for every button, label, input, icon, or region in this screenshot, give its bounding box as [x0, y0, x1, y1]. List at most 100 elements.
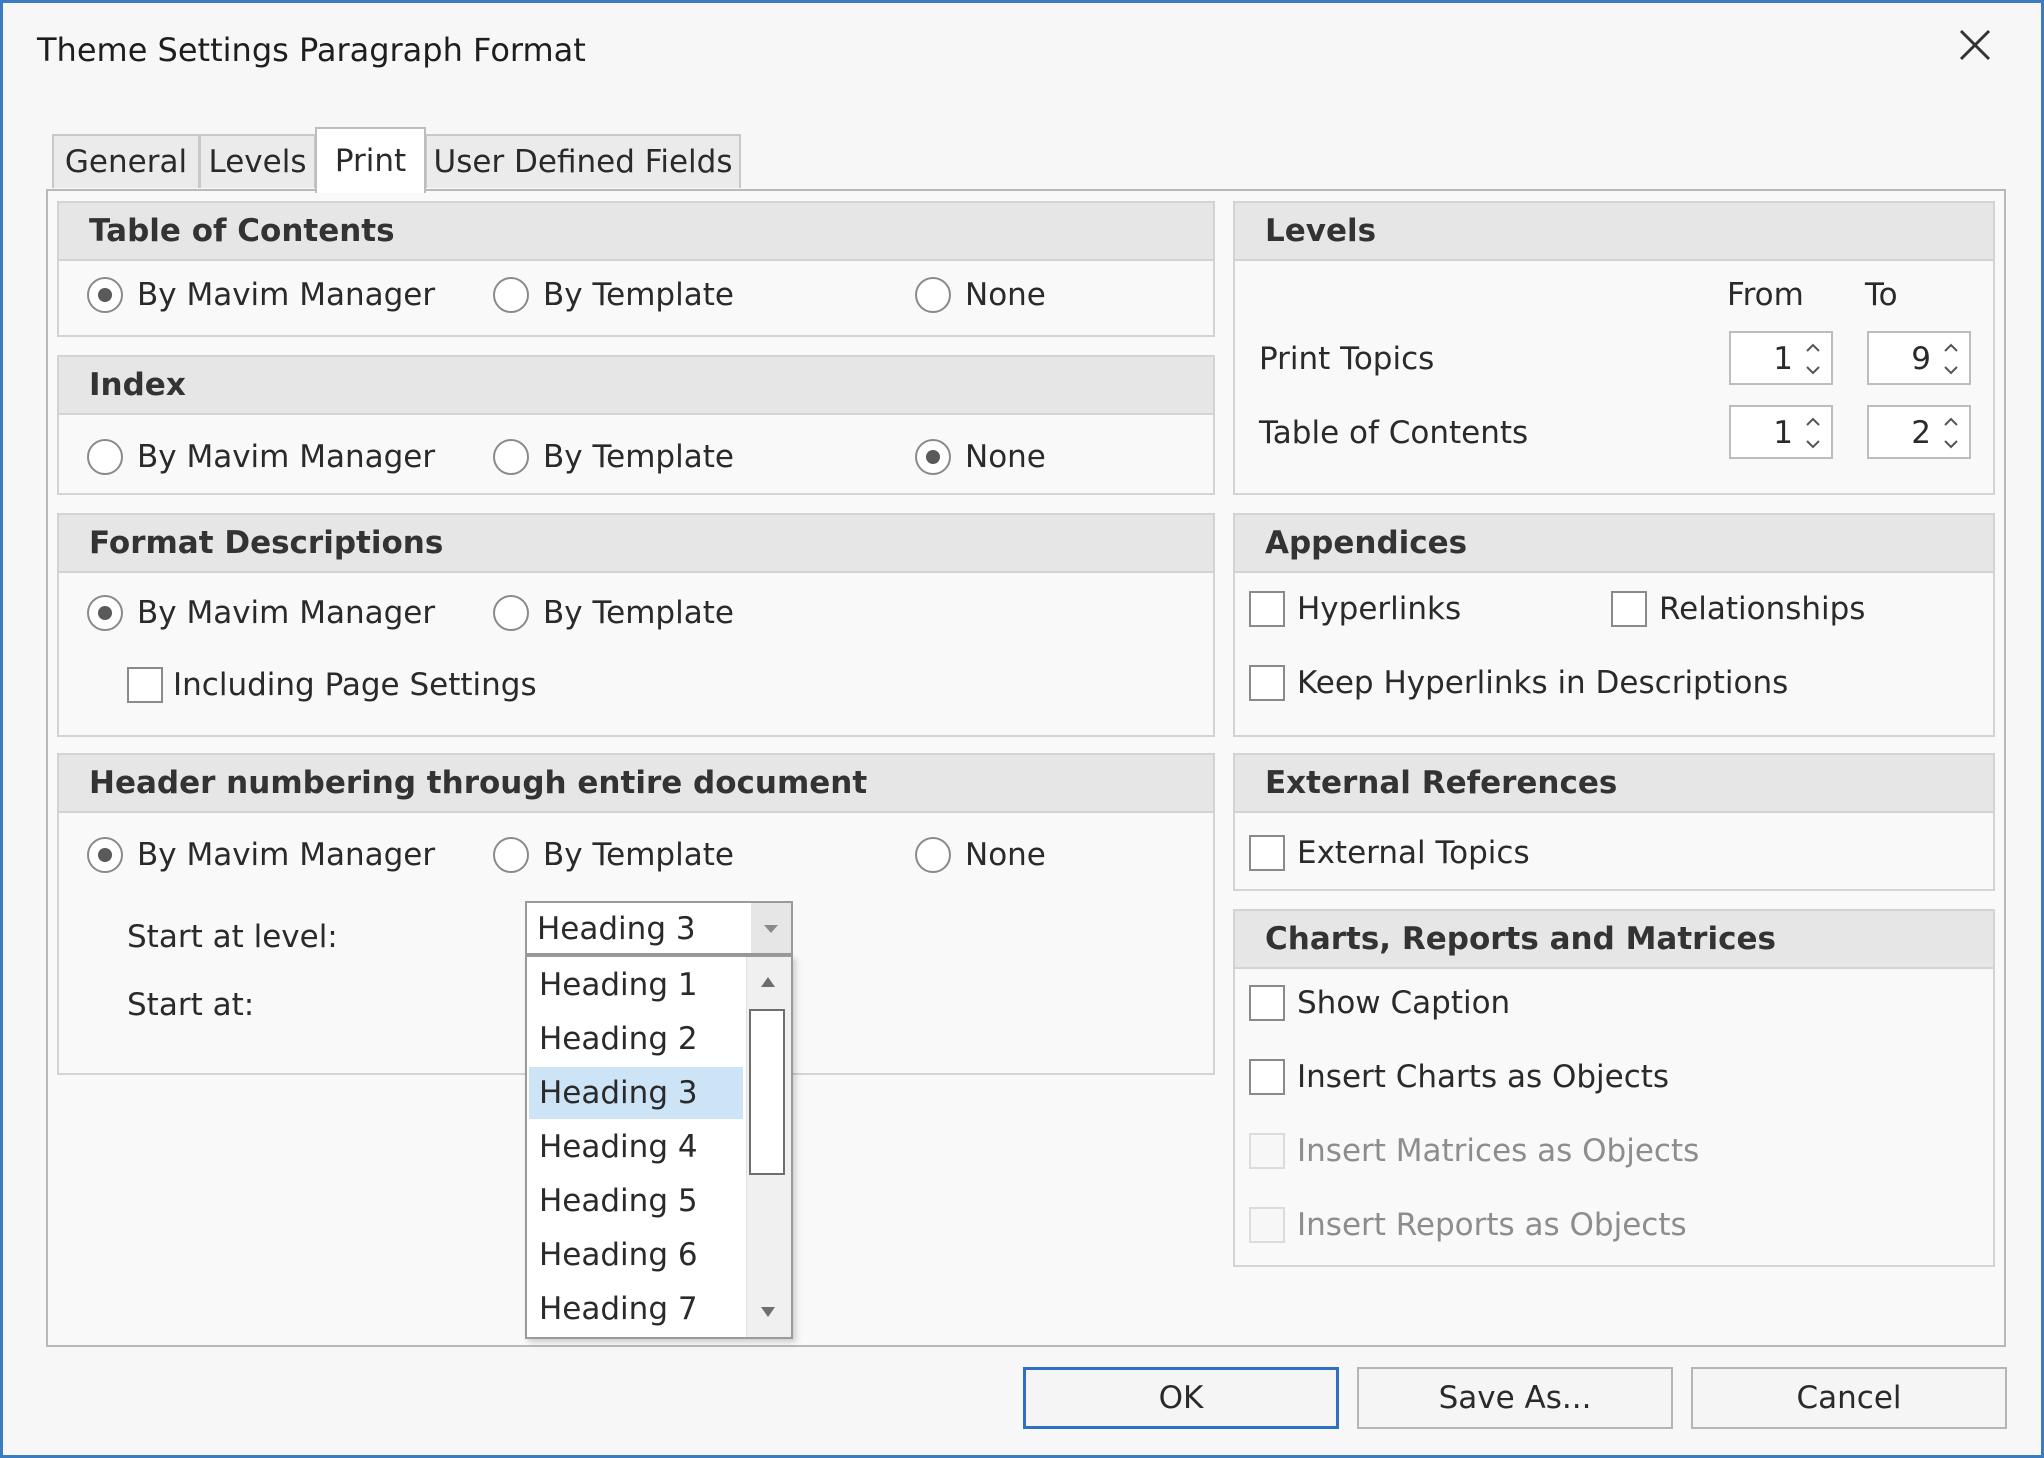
- dropdown-option-heading-2[interactable]: Heading 2: [529, 1013, 743, 1065]
- group-appendices: Appendices Hyperlinks Relationships Keep…: [1233, 513, 1995, 737]
- dropdown-button[interactable]: [751, 903, 791, 953]
- tab-levels[interactable]: Levels: [199, 134, 316, 188]
- radio-label: None: [965, 837, 1046, 873]
- dropdown-option-heading-5[interactable]: Heading 5: [529, 1175, 743, 1227]
- ok-button[interactable]: OK: [1023, 1367, 1339, 1429]
- dropdown-option-heading-3[interactable]: Heading 3: [529, 1067, 743, 1119]
- dropdown-option-heading-1[interactable]: Heading 1: [529, 959, 743, 1011]
- spin-down-icon[interactable]: [1801, 360, 1825, 382]
- group-title: Format Descriptions: [59, 515, 1213, 573]
- index-radio-by-mavim-manager[interactable]: [87, 439, 123, 475]
- dialog-title: Theme Settings Paragraph Format: [37, 31, 586, 69]
- radio-label: By Template: [543, 439, 734, 475]
- radio-label: None: [965, 277, 1046, 313]
- tab-user-defined-fields[interactable]: User Defined Fields: [425, 134, 741, 188]
- radio-label: None: [965, 439, 1046, 475]
- spin-down-icon[interactable]: [1939, 434, 1963, 456]
- format-radio-by-mavim-manager[interactable]: [87, 595, 123, 631]
- radio-label: By Mavim Manager: [137, 277, 436, 313]
- checkbox-label: Hyperlinks: [1297, 591, 1462, 627]
- checkbox-label: Including Page Settings: [173, 667, 537, 703]
- start-at-level-combobox[interactable]: Heading 3: [525, 901, 793, 955]
- radio-label: By Template: [543, 837, 734, 873]
- scroll-down-icon[interactable]: [749, 1289, 787, 1335]
- toc-from-spinner[interactable]: 1: [1729, 405, 1833, 459]
- insert-reports-checkbox: [1249, 1207, 1285, 1243]
- table-of-contents-levels-label: Table of Contents: [1259, 415, 1529, 451]
- scroll-up-icon[interactable]: [749, 959, 787, 1005]
- from-column-label: From: [1727, 277, 1804, 313]
- external-topics-checkbox[interactable]: [1249, 835, 1285, 871]
- radio-label: By Template: [543, 595, 734, 631]
- spin-up-icon[interactable]: [1801, 336, 1825, 358]
- keep-hyperlinks-checkbox[interactable]: [1249, 665, 1285, 701]
- spin-down-icon[interactable]: [1939, 360, 1963, 382]
- group-title: Index: [59, 357, 1213, 415]
- group-title: Table of Contents: [59, 203, 1213, 261]
- close-icon[interactable]: [1953, 23, 1997, 67]
- start-at-label: Start at:: [127, 987, 255, 1023]
- group-table-of-contents: Table of Contents By Mavim Manager By Te…: [57, 201, 1215, 337]
- group-title: Appendices: [1235, 515, 1993, 573]
- checkbox-label: Insert Matrices as Objects: [1297, 1133, 1700, 1169]
- hyperlinks-checkbox[interactable]: [1249, 591, 1285, 627]
- spinner-value: 1: [1773, 415, 1793, 451]
- group-index: Index By Mavim Manager By Template None: [57, 355, 1215, 495]
- group-format-descriptions: Format Descriptions By Mavim Manager By …: [57, 513, 1215, 737]
- save-as-button[interactable]: Save As...: [1357, 1367, 1673, 1429]
- checkbox-label: Insert Charts as Objects: [1297, 1059, 1670, 1095]
- print-topics-to-spinner[interactable]: 9: [1867, 331, 1971, 385]
- toc-radio-by-template[interactable]: [493, 277, 529, 313]
- numbering-radio-by-template[interactable]: [493, 837, 529, 873]
- dropdown-scrollbar[interactable]: [746, 957, 791, 1337]
- start-at-level-dropdown-list[interactable]: Heading 1 Heading 2 Heading 3 Heading 4 …: [525, 955, 793, 1339]
- group-title: Charts, Reports and Matrices: [1235, 911, 1993, 969]
- group-title: External References: [1235, 755, 1993, 813]
- group-external-references: External References External Topics: [1233, 753, 1995, 891]
- print-topics-from-spinner[interactable]: 1: [1729, 331, 1833, 385]
- checkbox-label: Keep Hyperlinks in Descriptions: [1297, 665, 1789, 701]
- spin-down-icon[interactable]: [1801, 434, 1825, 456]
- spinner-value: 1: [1773, 341, 1793, 377]
- format-radio-by-template[interactable]: [493, 595, 529, 631]
- tab-print[interactable]: Print: [315, 127, 426, 193]
- dropdown-option-heading-6[interactable]: Heading 6: [529, 1229, 743, 1281]
- spin-up-icon[interactable]: [1939, 410, 1963, 432]
- radio-label: By Mavim Manager: [137, 439, 436, 475]
- combobox-value: Heading 3: [537, 911, 696, 947]
- numbering-radio-none[interactable]: [915, 837, 951, 873]
- checkbox-label: Insert Reports as Objects: [1297, 1207, 1687, 1243]
- spinner-value: 9: [1911, 341, 1931, 377]
- dialog-window: Theme Settings Paragraph Format General …: [0, 0, 2044, 1458]
- toc-to-spinner[interactable]: 2: [1867, 405, 1971, 459]
- group-title: Header numbering through entire document: [59, 755, 1213, 813]
- radio-label: By Mavim Manager: [137, 595, 436, 631]
- start-at-level-label: Start at level:: [127, 919, 338, 955]
- dropdown-option-heading-4[interactable]: Heading 4: [529, 1121, 743, 1173]
- toc-radio-none[interactable]: [915, 277, 951, 313]
- show-caption-checkbox[interactable]: [1249, 985, 1285, 1021]
- relationships-checkbox[interactable]: [1611, 591, 1647, 627]
- dropdown-option-heading-7[interactable]: Heading 7: [529, 1283, 743, 1335]
- print-topics-label: Print Topics: [1259, 341, 1435, 377]
- radio-label: By Mavim Manager: [137, 837, 436, 873]
- chevron-down-icon: [764, 925, 778, 933]
- spinner-value: 2: [1911, 415, 1931, 451]
- group-charts-reports-matrices: Charts, Reports and Matrices Show Captio…: [1233, 909, 1995, 1267]
- tab-general[interactable]: General: [52, 134, 200, 188]
- group-title: Levels: [1235, 203, 1993, 261]
- scrollbar-thumb[interactable]: [749, 1009, 785, 1175]
- index-radio-none[interactable]: [915, 439, 951, 475]
- spin-up-icon[interactable]: [1801, 410, 1825, 432]
- insert-charts-checkbox[interactable]: [1249, 1059, 1285, 1095]
- radio-label: By Template: [543, 277, 734, 313]
- spin-up-icon[interactable]: [1939, 336, 1963, 358]
- toc-radio-by-mavim-manager[interactable]: [87, 277, 123, 313]
- insert-matrices-checkbox: [1249, 1133, 1285, 1169]
- to-column-label: To: [1865, 277, 1898, 313]
- including-page-settings-checkbox[interactable]: [127, 667, 163, 703]
- numbering-radio-by-mavim-manager[interactable]: [87, 837, 123, 873]
- cancel-button[interactable]: Cancel: [1691, 1367, 2007, 1429]
- index-radio-by-template[interactable]: [493, 439, 529, 475]
- checkbox-label: Show Caption: [1297, 985, 1511, 1021]
